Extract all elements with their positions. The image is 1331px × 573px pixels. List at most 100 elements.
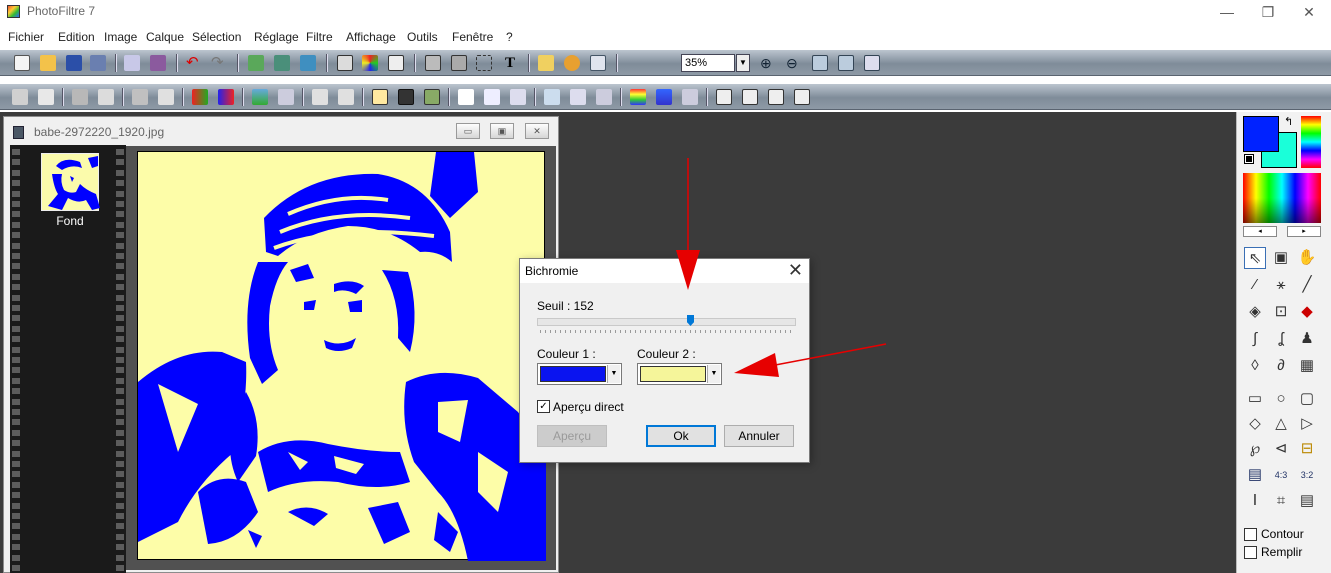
minimize-button[interactable]: — [1207, 2, 1247, 22]
soften-icon[interactable] [510, 89, 526, 105]
save-icon[interactable] [66, 55, 82, 71]
grayscale-icon[interactable] [372, 89, 388, 105]
advanced-brush-icon[interactable]: ʆ [1270, 328, 1292, 350]
chevron-down-icon[interactable]: ▼ [707, 365, 720, 383]
default-colors-icon[interactable] [1244, 154, 1254, 164]
swap-colors-icon[interactable]: ↰ [1284, 115, 1293, 128]
layer-thumbnail[interactable] [41, 153, 100, 211]
rotate-left-icon[interactable] [768, 89, 784, 105]
window-frame-icon[interactable]: ▤ [1296, 490, 1318, 512]
new-file-icon[interactable] [14, 55, 30, 71]
rotate-right-icon[interactable] [794, 89, 810, 105]
eyedropper-icon[interactable]: ⁄ [1244, 274, 1266, 296]
contour-checkbox[interactable] [1244, 528, 1257, 541]
save-as-icon[interactable] [90, 55, 106, 71]
menu-edition[interactable]: Edition [58, 30, 95, 44]
menu-fenetre[interactable]: Fenêtre [452, 30, 493, 44]
open-folder-icon[interactable] [40, 55, 56, 71]
hue-strip[interactable] [1301, 116, 1321, 168]
fill-bucket-icon[interactable]: ◈ [1244, 301, 1266, 323]
gamma-plus-icon[interactable] [158, 89, 174, 105]
zoom-in-icon[interactable]: ⊕ [760, 55, 776, 71]
chevron-down-icon[interactable]: ▼ [736, 54, 750, 72]
close-icon[interactable]: ✕ [788, 260, 803, 281]
brightness-minus-icon[interactable] [12, 89, 28, 105]
preview-button[interactable]: Aperçu [537, 425, 607, 447]
chevron-down-icon[interactable]: ▼ [607, 365, 620, 383]
line-tool-icon[interactable]: ╱ [1296, 274, 1318, 296]
paste-icon[interactable] [274, 55, 290, 71]
resize-frame-icon[interactable]: ⌗ [1270, 490, 1292, 512]
menu-affichage[interactable]: Affichage [346, 30, 396, 44]
color2-select[interactable]: ▼ [637, 363, 722, 385]
emboss-icon[interactable] [544, 89, 560, 105]
dialog-titlebar[interactable]: Bichromie ✕ [520, 259, 809, 283]
doc-minimize-button[interactable]: ▭ [456, 123, 480, 139]
ratio-32-icon[interactable]: 3:2 [1296, 464, 1318, 486]
rounded-rect-icon[interactable]: ▢ [1296, 388, 1318, 410]
blur-drop-icon[interactable]: ◊ [1244, 355, 1266, 377]
layer-manager-icon[interactable]: ▣ [1270, 247, 1292, 269]
menu-reglage[interactable]: Réglage [254, 30, 299, 44]
remplir-checkbox[interactable] [1244, 546, 1257, 559]
sharpen-icon[interactable] [484, 89, 500, 105]
zoom-select[interactable]: 35% [681, 54, 735, 72]
doc-maximize-button[interactable]: ▣ [490, 123, 514, 139]
palette-next-button[interactable]: ▸ [1287, 226, 1321, 237]
preview-checkbox[interactable]: ✓ [537, 400, 550, 413]
auto-contrast-icon[interactable] [338, 89, 354, 105]
automation-icon[interactable] [538, 55, 554, 71]
mask-icon[interactable] [388, 55, 404, 71]
ratio-43-icon[interactable]: 4:3 [1270, 464, 1292, 486]
selection-icon[interactable] [476, 55, 492, 71]
maximize-button[interactable]: ❐ [1248, 2, 1288, 22]
menu-help[interactable]: ? [506, 30, 513, 44]
triangle-right-icon[interactable]: ▷ [1296, 413, 1318, 435]
gamma-minus-icon[interactable] [132, 89, 148, 105]
threshold-slider[interactable] [537, 318, 796, 326]
actual-size-icon[interactable] [838, 55, 854, 71]
smudge-icon[interactable]: ∂ [1270, 355, 1292, 377]
open-selection-icon[interactable]: ⊟ [1296, 438, 1318, 460]
fullscreen-icon[interactable] [864, 55, 880, 71]
clone-icon[interactable]: ▦ [1296, 355, 1318, 377]
eraser-icon[interactable]: ◆ [1296, 301, 1318, 323]
contour-icon[interactable] [570, 89, 586, 105]
levels-icon[interactable] [252, 89, 268, 105]
zoom-out-icon[interactable]: ⊖ [786, 55, 802, 71]
blur-icon[interactable] [458, 89, 474, 105]
color-palette[interactable] [1243, 173, 1321, 223]
menu-fichier[interactable]: Fichier [8, 30, 44, 44]
contrast-plus-icon[interactable] [98, 89, 114, 105]
magic-wand-icon[interactable]: ⚹ [1270, 274, 1292, 296]
frame-icon[interactable] [656, 89, 672, 105]
text-frame-icon[interactable]: Ⅰ [1244, 490, 1266, 512]
explorer-icon[interactable] [590, 55, 606, 71]
copy-icon[interactable] [248, 55, 264, 71]
diamond-icon[interactable]: ◇ [1244, 413, 1266, 435]
print-icon[interactable] [124, 55, 140, 71]
rectangle-icon[interactable]: ▭ [1244, 388, 1266, 410]
foreground-color-swatch[interactable] [1243, 116, 1279, 152]
fit-window-icon[interactable] [812, 55, 828, 71]
hand-tool-icon[interactable]: ✋ [1296, 247, 1318, 269]
saturation-minus-icon[interactable] [192, 89, 208, 105]
flip-vertical-icon[interactable] [742, 89, 758, 105]
crop-icon[interactable] [425, 55, 441, 71]
negative-icon[interactable] [398, 89, 414, 105]
ok-button[interactable]: Ok [646, 425, 716, 447]
brush-icon[interactable]: ∫ [1244, 328, 1266, 350]
spray-icon[interactable]: ⊡ [1270, 301, 1292, 323]
menu-outils[interactable]: Outils [407, 30, 438, 44]
text-tool-icon[interactable]: T [502, 55, 518, 71]
menu-calque[interactable]: Calque [146, 30, 184, 44]
cancel-button[interactable]: Annuler [724, 425, 794, 447]
relief-icon[interactable] [596, 89, 612, 105]
color1-select[interactable]: ▼ [537, 363, 622, 385]
sepia-icon[interactable] [424, 89, 440, 105]
undo-icon[interactable]: ↶ [186, 55, 202, 71]
paste-new-icon[interactable] [300, 55, 316, 71]
select-all-icon[interactable]: ▤ [1244, 464, 1266, 486]
doc-close-button[interactable]: ✕ [525, 123, 549, 139]
flip-horizontal-icon[interactable] [716, 89, 732, 105]
